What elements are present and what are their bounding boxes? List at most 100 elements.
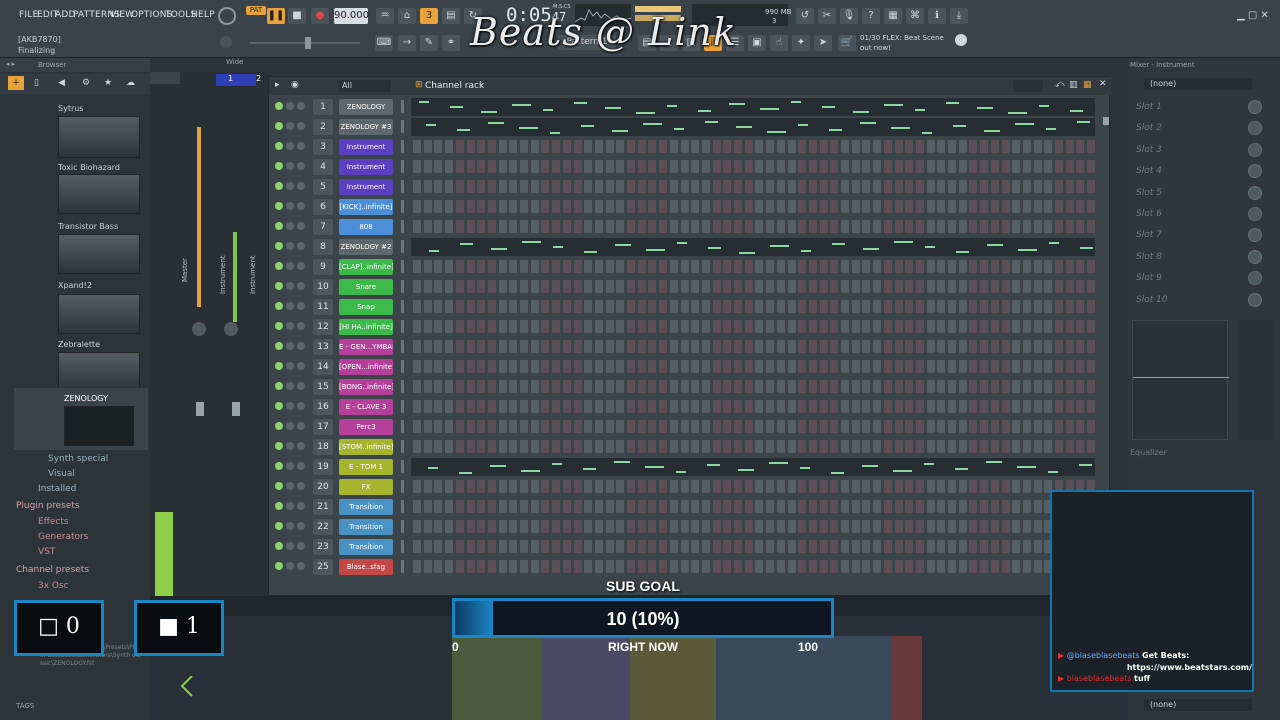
step-button[interactable] <box>1065 400 1074 413</box>
step-button[interactable] <box>723 260 732 273</box>
step-button[interactable] <box>734 360 742 373</box>
step-button[interactable] <box>776 400 785 413</box>
step-button[interactable] <box>1012 260 1021 273</box>
step-button[interactable] <box>562 500 571 513</box>
step-button[interactable] <box>873 560 882 573</box>
step-button[interactable] <box>423 480 432 493</box>
step-button[interactable] <box>808 220 817 233</box>
channel-select-led[interactable] <box>401 280 404 293</box>
step-button[interactable] <box>926 420 935 433</box>
step-button[interactable] <box>776 520 785 533</box>
step-button[interactable] <box>1001 500 1010 513</box>
channel-row[interactable]: 2 ZENOLOGY #3 <box>269 117 1111 137</box>
step-button[interactable] <box>766 260 775 273</box>
step-button[interactable] <box>830 260 839 273</box>
step-sequencer[interactable] <box>413 560 1096 574</box>
cut-icon[interactable]: ✂ <box>818 8 836 24</box>
step-button[interactable] <box>990 340 999 353</box>
step-button[interactable] <box>755 400 764 413</box>
step-button[interactable] <box>1087 420 1096 433</box>
channel-leds[interactable] <box>275 462 309 472</box>
step-button[interactable] <box>980 420 989 433</box>
step-button[interactable] <box>862 220 871 233</box>
step-button[interactable] <box>520 300 528 313</box>
step-button[interactable] <box>894 260 903 273</box>
channel-select-led[interactable] <box>401 200 404 213</box>
step-button[interactable] <box>445 160 454 173</box>
step-button[interactable] <box>648 320 657 333</box>
channel-name-button[interactable]: 808 <box>339 219 393 235</box>
step-button[interactable] <box>691 320 700 333</box>
step-button[interactable] <box>594 500 603 513</box>
step-button[interactable] <box>734 300 742 313</box>
step-sequencer[interactable] <box>413 300 1096 314</box>
step-button[interactable] <box>423 440 432 453</box>
step-button[interactable] <box>755 320 764 333</box>
step-button[interactable] <box>862 320 871 333</box>
step-button[interactable] <box>723 160 732 173</box>
step-button[interactable] <box>969 340 978 353</box>
step-button[interactable] <box>734 340 742 353</box>
step-button[interactable] <box>926 320 935 333</box>
step-button[interactable] <box>616 200 625 213</box>
step-button[interactable] <box>937 300 946 313</box>
step-button[interactable] <box>905 280 914 293</box>
step-button[interactable] <box>1001 260 1010 273</box>
step-button[interactable] <box>894 400 903 413</box>
step-button[interactable] <box>562 340 571 353</box>
step-button[interactable] <box>594 520 603 533</box>
step-button[interactable] <box>830 540 839 553</box>
channel-select-led[interactable] <box>401 380 404 393</box>
channel-row[interactable]: 10 Snare <box>269 277 1111 297</box>
step-button[interactable] <box>594 360 603 373</box>
step-button[interactable] <box>1076 200 1085 213</box>
step-button[interactable] <box>423 360 432 373</box>
step-button[interactable] <box>744 520 753 533</box>
step-button[interactable] <box>1044 200 1053 213</box>
step-button[interactable] <box>980 160 989 173</box>
channel-row[interactable]: 11 Snap <box>269 297 1111 317</box>
step-button[interactable] <box>894 540 903 553</box>
step-button[interactable] <box>969 440 978 453</box>
step-button[interactable] <box>455 380 464 393</box>
step-button[interactable] <box>873 280 882 293</box>
step-button[interactable] <box>990 320 999 333</box>
step-button[interactable] <box>701 200 710 213</box>
step-button[interactable] <box>1087 140 1096 153</box>
step-button[interactable] <box>1022 320 1031 333</box>
step-button[interactable] <box>423 200 432 213</box>
step-button[interactable] <box>1022 280 1031 293</box>
plugin-thumb-zenology[interactable] <box>64 406 134 446</box>
step-button[interactable] <box>851 560 860 573</box>
step-button[interactable] <box>637 380 646 393</box>
step-button[interactable] <box>627 380 635 393</box>
step-button[interactable] <box>541 520 550 533</box>
step-button[interactable] <box>948 160 956 173</box>
step-button[interactable] <box>1022 400 1031 413</box>
step-button[interactable] <box>969 160 978 173</box>
fx-slot[interactable]: Slot 10 <box>1136 295 1168 305</box>
step-button[interactable] <box>1087 180 1096 193</box>
channel-row[interactable]: 5 Instrument <box>269 177 1111 197</box>
step-button[interactable] <box>808 300 817 313</box>
step-button[interactable] <box>509 400 518 413</box>
step-button[interactable] <box>723 300 732 313</box>
step-button[interactable] <box>744 540 753 553</box>
step-button[interactable] <box>1087 300 1096 313</box>
step-button[interactable] <box>819 180 828 193</box>
step-button[interactable] <box>1087 360 1096 373</box>
step-button[interactable] <box>423 160 432 173</box>
step-button[interactable] <box>873 360 882 373</box>
step-button[interactable] <box>894 220 903 233</box>
step-button[interactable] <box>552 560 561 573</box>
channel-leds[interactable] <box>275 282 309 292</box>
step-button[interactable] <box>766 420 775 433</box>
step-button[interactable] <box>798 200 807 213</box>
step-button[interactable] <box>937 180 946 193</box>
step-button[interactable] <box>552 480 561 493</box>
step-button[interactable] <box>905 320 914 333</box>
channel-select-led[interactable] <box>401 460 404 473</box>
menu-help[interactable]: HELP <box>191 10 215 20</box>
step-button[interactable] <box>616 280 625 293</box>
step-button[interactable] <box>851 420 860 433</box>
